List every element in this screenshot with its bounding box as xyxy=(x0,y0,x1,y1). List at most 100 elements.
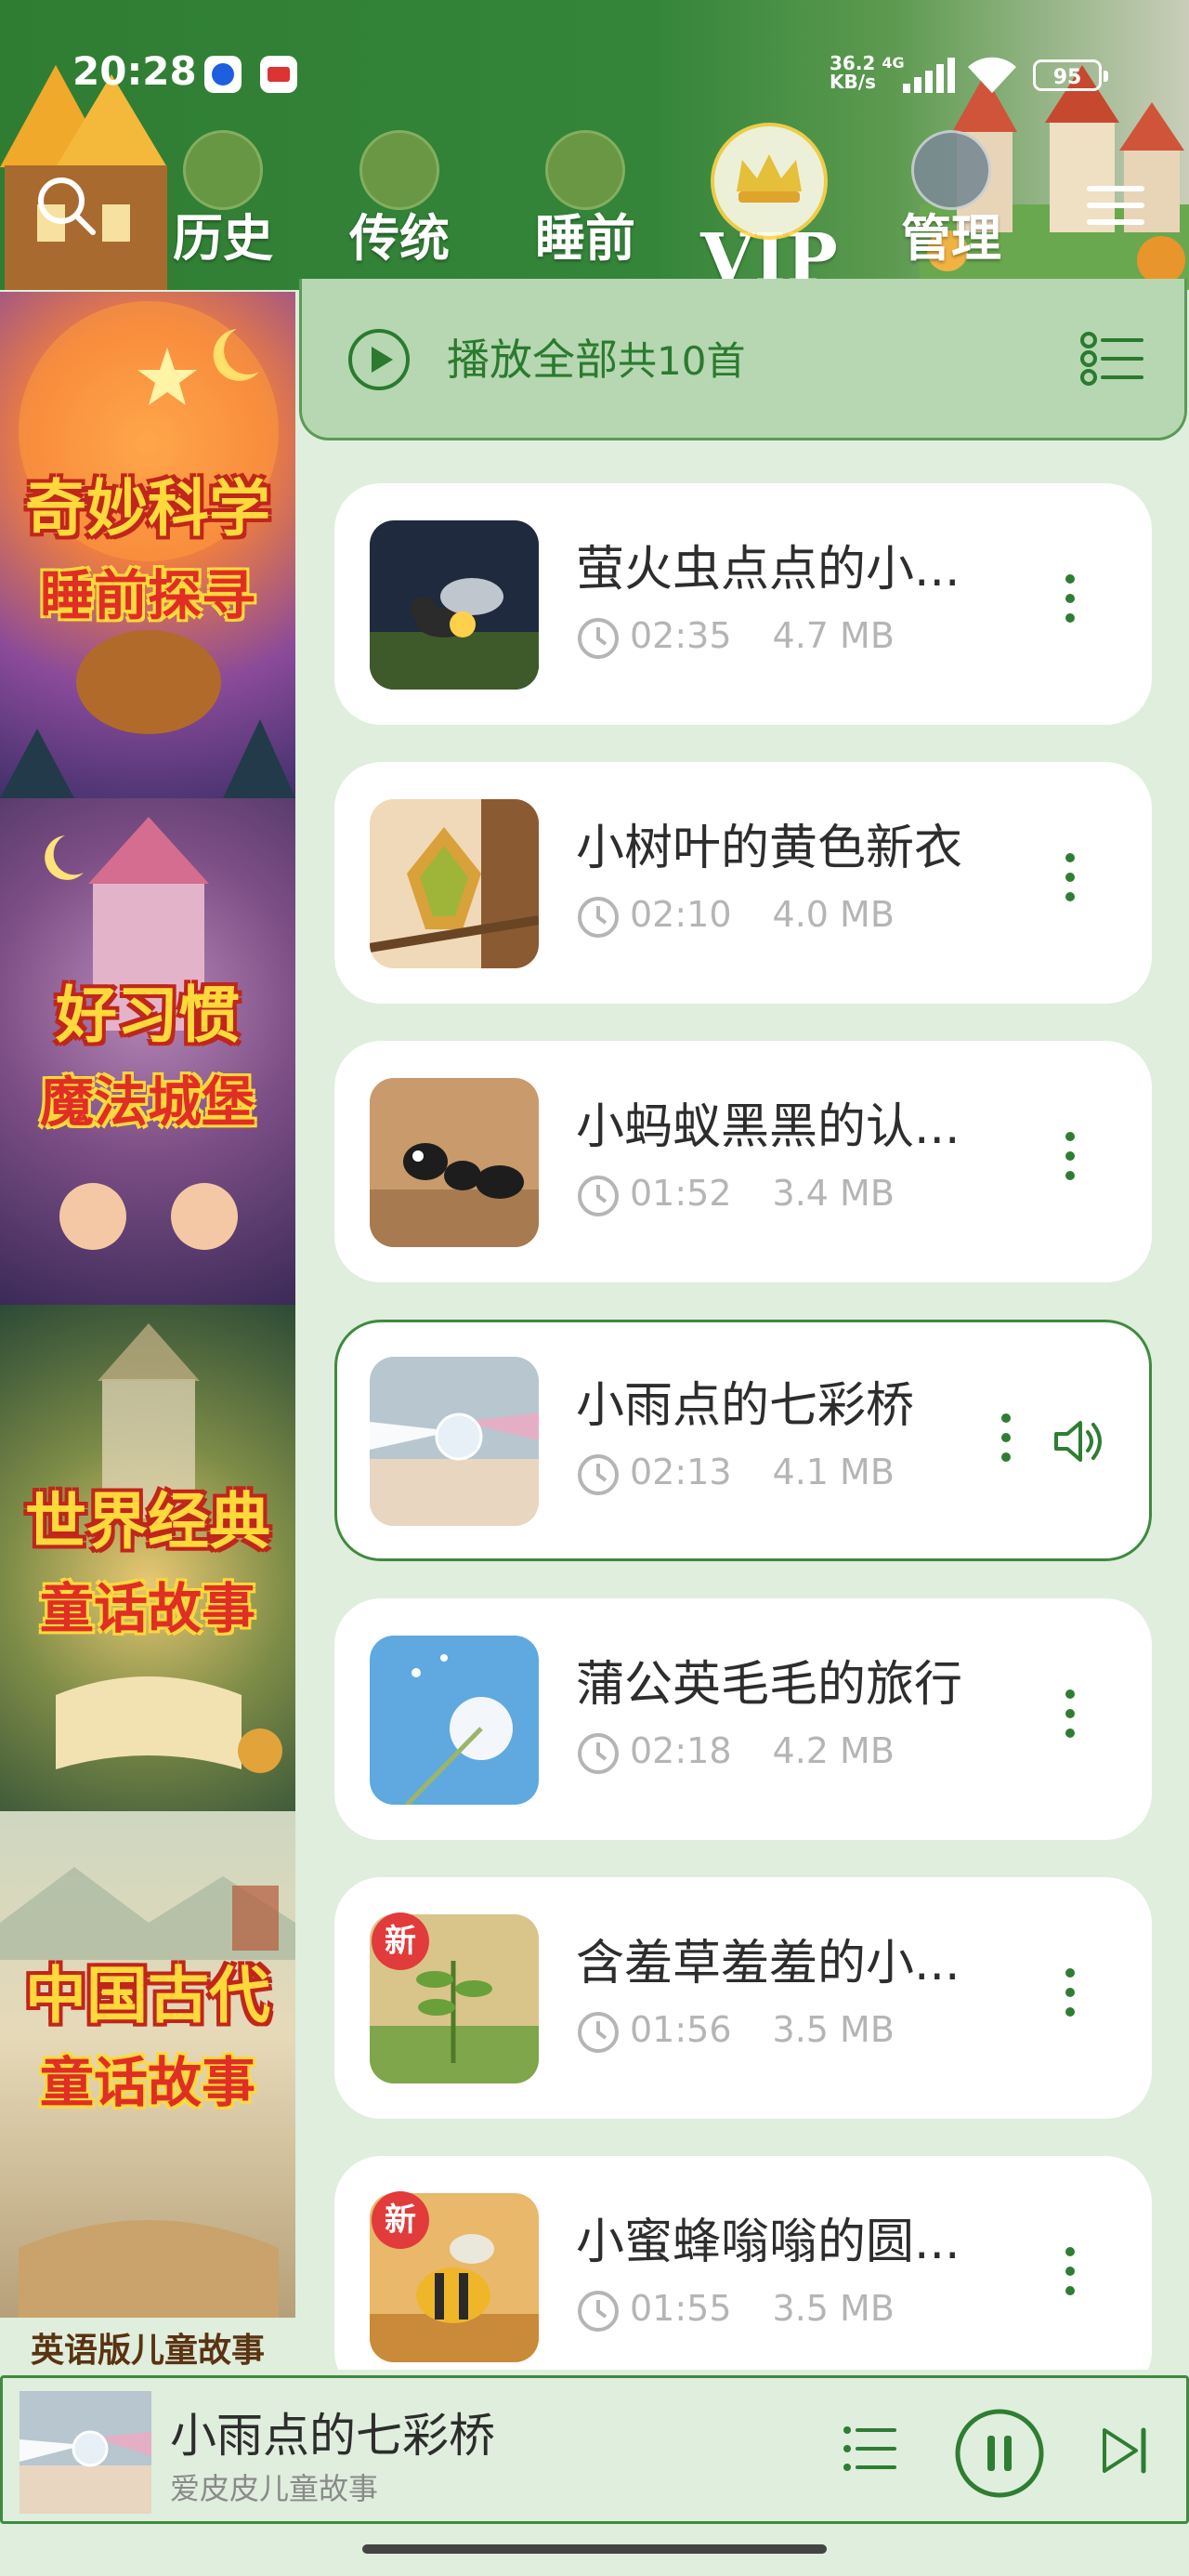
net-speed-unit: KB/s xyxy=(830,71,876,93)
clock-icon xyxy=(578,2290,619,2332)
new-badge: 新 xyxy=(372,1912,429,1970)
list-item[interactable]: 小树叶的黄色新衣 02:10 4.0 MB xyxy=(334,762,1152,1004)
category-ancient-china[interactable]: 中国古代 童话故事 xyxy=(0,1811,295,2318)
story-title: 小蚂蚁黑黑的认... xyxy=(576,1099,960,1155)
tab-bedtime[interactable]: 睡前 xyxy=(529,130,641,270)
story-meta: 02:18 4.2 MB xyxy=(576,1727,895,1776)
story-size: 4.1 MB xyxy=(772,1452,895,1492)
status-time: 20:28 xyxy=(72,48,197,94)
tradition-badge-icon xyxy=(359,130,439,210)
play-circle-icon[interactable] xyxy=(346,327,412,392)
list-item[interactable]: 蒲公英毛毛的旅行 02:18 4.2 MB xyxy=(334,1598,1152,1840)
story-size: 3.5 MB xyxy=(772,2288,895,2329)
more-options-icon[interactable] xyxy=(1063,853,1078,909)
list-item[interactable]: 小蚂蚁黑黑的认... 01:52 3.4 MB xyxy=(334,1041,1152,1282)
more-options-icon[interactable] xyxy=(1063,1968,1078,2024)
list-item[interactable]: 新 小蜜蜂嗡嗡的圆... 01:55 3.5 MB xyxy=(334,2156,1152,2370)
category-line1: 奇妙科学 xyxy=(25,472,270,545)
story-duration: 02:10 xyxy=(630,894,732,935)
tab-tradition[interactable]: 传统 xyxy=(344,130,455,270)
clock-icon xyxy=(578,1453,619,1495)
story-size: 3.4 MB xyxy=(772,1173,895,1214)
category-sidebar: 奇妙科学 睡前探寻 好习惯 魔法城堡 世界经典 童话故事 中国古代 童话故事 英… xyxy=(0,292,295,2373)
story-duration: 01:56 xyxy=(630,2009,732,2050)
more-options-icon[interactable] xyxy=(999,1413,1013,1469)
vip-crown-icon xyxy=(711,123,828,240)
play-all-label: 播放全部 xyxy=(447,335,618,385)
more-options-icon[interactable] xyxy=(1063,574,1078,630)
home-indicator[interactable] xyxy=(362,2544,827,2554)
clock-icon xyxy=(578,1175,619,1216)
story-meta: 01:55 3.5 MB xyxy=(576,2284,895,2333)
player-title: 小雨点的七彩桥 xyxy=(170,2409,495,2463)
next-track-icon[interactable] xyxy=(1101,2426,1149,2475)
tab-vip[interactable]: VIP xyxy=(695,123,843,290)
more-options-icon[interactable] xyxy=(1063,1132,1078,1188)
speaker-icon xyxy=(1054,1421,1102,1462)
story-meta: 01:56 3.5 MB xyxy=(576,2005,895,2055)
story-size: 4.7 MB xyxy=(772,615,895,656)
net-type: 4G xyxy=(882,54,905,72)
story-duration: 02:13 xyxy=(630,1452,732,1492)
story-title: 萤火虫点点的小... xyxy=(576,542,960,598)
story-size: 4.0 MB xyxy=(772,894,895,935)
story-duration: 01:52 xyxy=(630,1173,732,1214)
history-badge-icon xyxy=(183,130,263,210)
story-list: 萤火虫点点的小... 02:35 4.7 MB 小树叶的黄色新衣 02:10 4.0… xyxy=(334,483,1152,2370)
playlist-icon[interactable] xyxy=(843,2423,896,2475)
menu-icon[interactable] xyxy=(1087,186,1144,229)
story-title: 小蜜蜂嗡嗡的圆... xyxy=(576,2215,960,2270)
bedtime-badge-icon xyxy=(545,130,625,210)
tab-manage[interactable]: 管理 xyxy=(895,130,1007,270)
list-item[interactable]: 萤火虫点点的小... 02:35 4.7 MB xyxy=(334,483,1152,725)
story-size: 3.5 MB xyxy=(772,2009,895,2050)
story-thumbnail xyxy=(370,1357,539,1526)
mini-player[interactable]: 小雨点的七彩桥 爱皮皮儿童故事 xyxy=(0,2375,1189,2524)
category-line2: 童话故事 xyxy=(39,2051,255,2114)
clock-icon xyxy=(578,2011,619,2053)
story-title: 蒲公英毛毛的旅行 xyxy=(576,1657,963,1713)
story-thumbnail xyxy=(370,799,539,968)
notification-app-icon xyxy=(204,56,242,93)
list-item-playing[interactable]: 小雨点的七彩桥 02:13 4.1 MB xyxy=(334,1320,1152,1561)
network-speed: 36.2 4G KB/s xyxy=(830,54,905,91)
play-all-bar[interactable]: 播放全部共10首 xyxy=(299,279,1187,440)
more-options-icon[interactable] xyxy=(1063,1689,1078,1745)
category-english-stories[interactable]: 英语版儿童故事 xyxy=(0,2323,295,2372)
story-meta: 02:35 4.7 MB xyxy=(576,611,895,661)
story-duration: 02:18 xyxy=(630,1730,732,1771)
clock-icon xyxy=(578,896,619,938)
category-line1: 中国古代 xyxy=(25,1959,270,2031)
story-duration: 02:35 xyxy=(630,615,732,656)
category-world-classics[interactable]: 世界经典 童话故事 xyxy=(0,1305,295,1811)
player-subtitle: 爱皮皮儿童故事 xyxy=(170,2471,379,2506)
category-line2: 童话故事 xyxy=(39,1577,255,1640)
story-meta: 02:10 4.0 MB xyxy=(576,890,895,940)
clock-icon xyxy=(578,1732,619,1774)
category-line1: 好习惯 xyxy=(56,979,240,1051)
list-item[interactable]: 新 含羞草羞羞的小... 01:56 3.5 MB xyxy=(334,1877,1152,2119)
battery-icon: 95 xyxy=(1033,59,1108,91)
pause-icon[interactable] xyxy=(954,2408,1045,2499)
story-thumbnail xyxy=(370,520,539,690)
notification-app-icon-2 xyxy=(260,56,297,93)
more-options-icon[interactable] xyxy=(1063,2247,1078,2303)
story-meta: 02:13 4.1 MB xyxy=(576,1448,895,1497)
tab-history[interactable]: 历史 xyxy=(167,130,279,270)
category-habits[interactable]: 好习惯 魔法城堡 xyxy=(0,798,295,1305)
play-all-text[interactable]: 播放全部共10首 xyxy=(447,327,745,394)
category-line1: 世界经典 xyxy=(25,1485,270,1557)
category-line2: 魔法城堡 xyxy=(39,1071,255,1134)
category-science[interactable]: 奇妙科学 睡前探寻 xyxy=(0,292,295,798)
story-title: 含羞草羞羞的小... xyxy=(576,1936,960,1991)
story-meta: 01:52 3.4 MB xyxy=(576,1169,895,1218)
story-thumbnail xyxy=(370,1078,539,1247)
manage-badge-icon xyxy=(911,130,991,210)
list-select-icon[interactable] xyxy=(1080,331,1145,387)
player-thumbnail xyxy=(20,2391,151,2514)
story-title: 小雨点的七彩桥 xyxy=(576,1378,915,1434)
story-size: 4.2 MB xyxy=(772,1730,895,1771)
story-thumbnail xyxy=(370,1636,539,1805)
search-icon[interactable] xyxy=(33,173,98,238)
top-header: 20:28 36.2 4G KB/s 95 历史 传统 睡前 VIP 管理 xyxy=(0,0,1189,290)
